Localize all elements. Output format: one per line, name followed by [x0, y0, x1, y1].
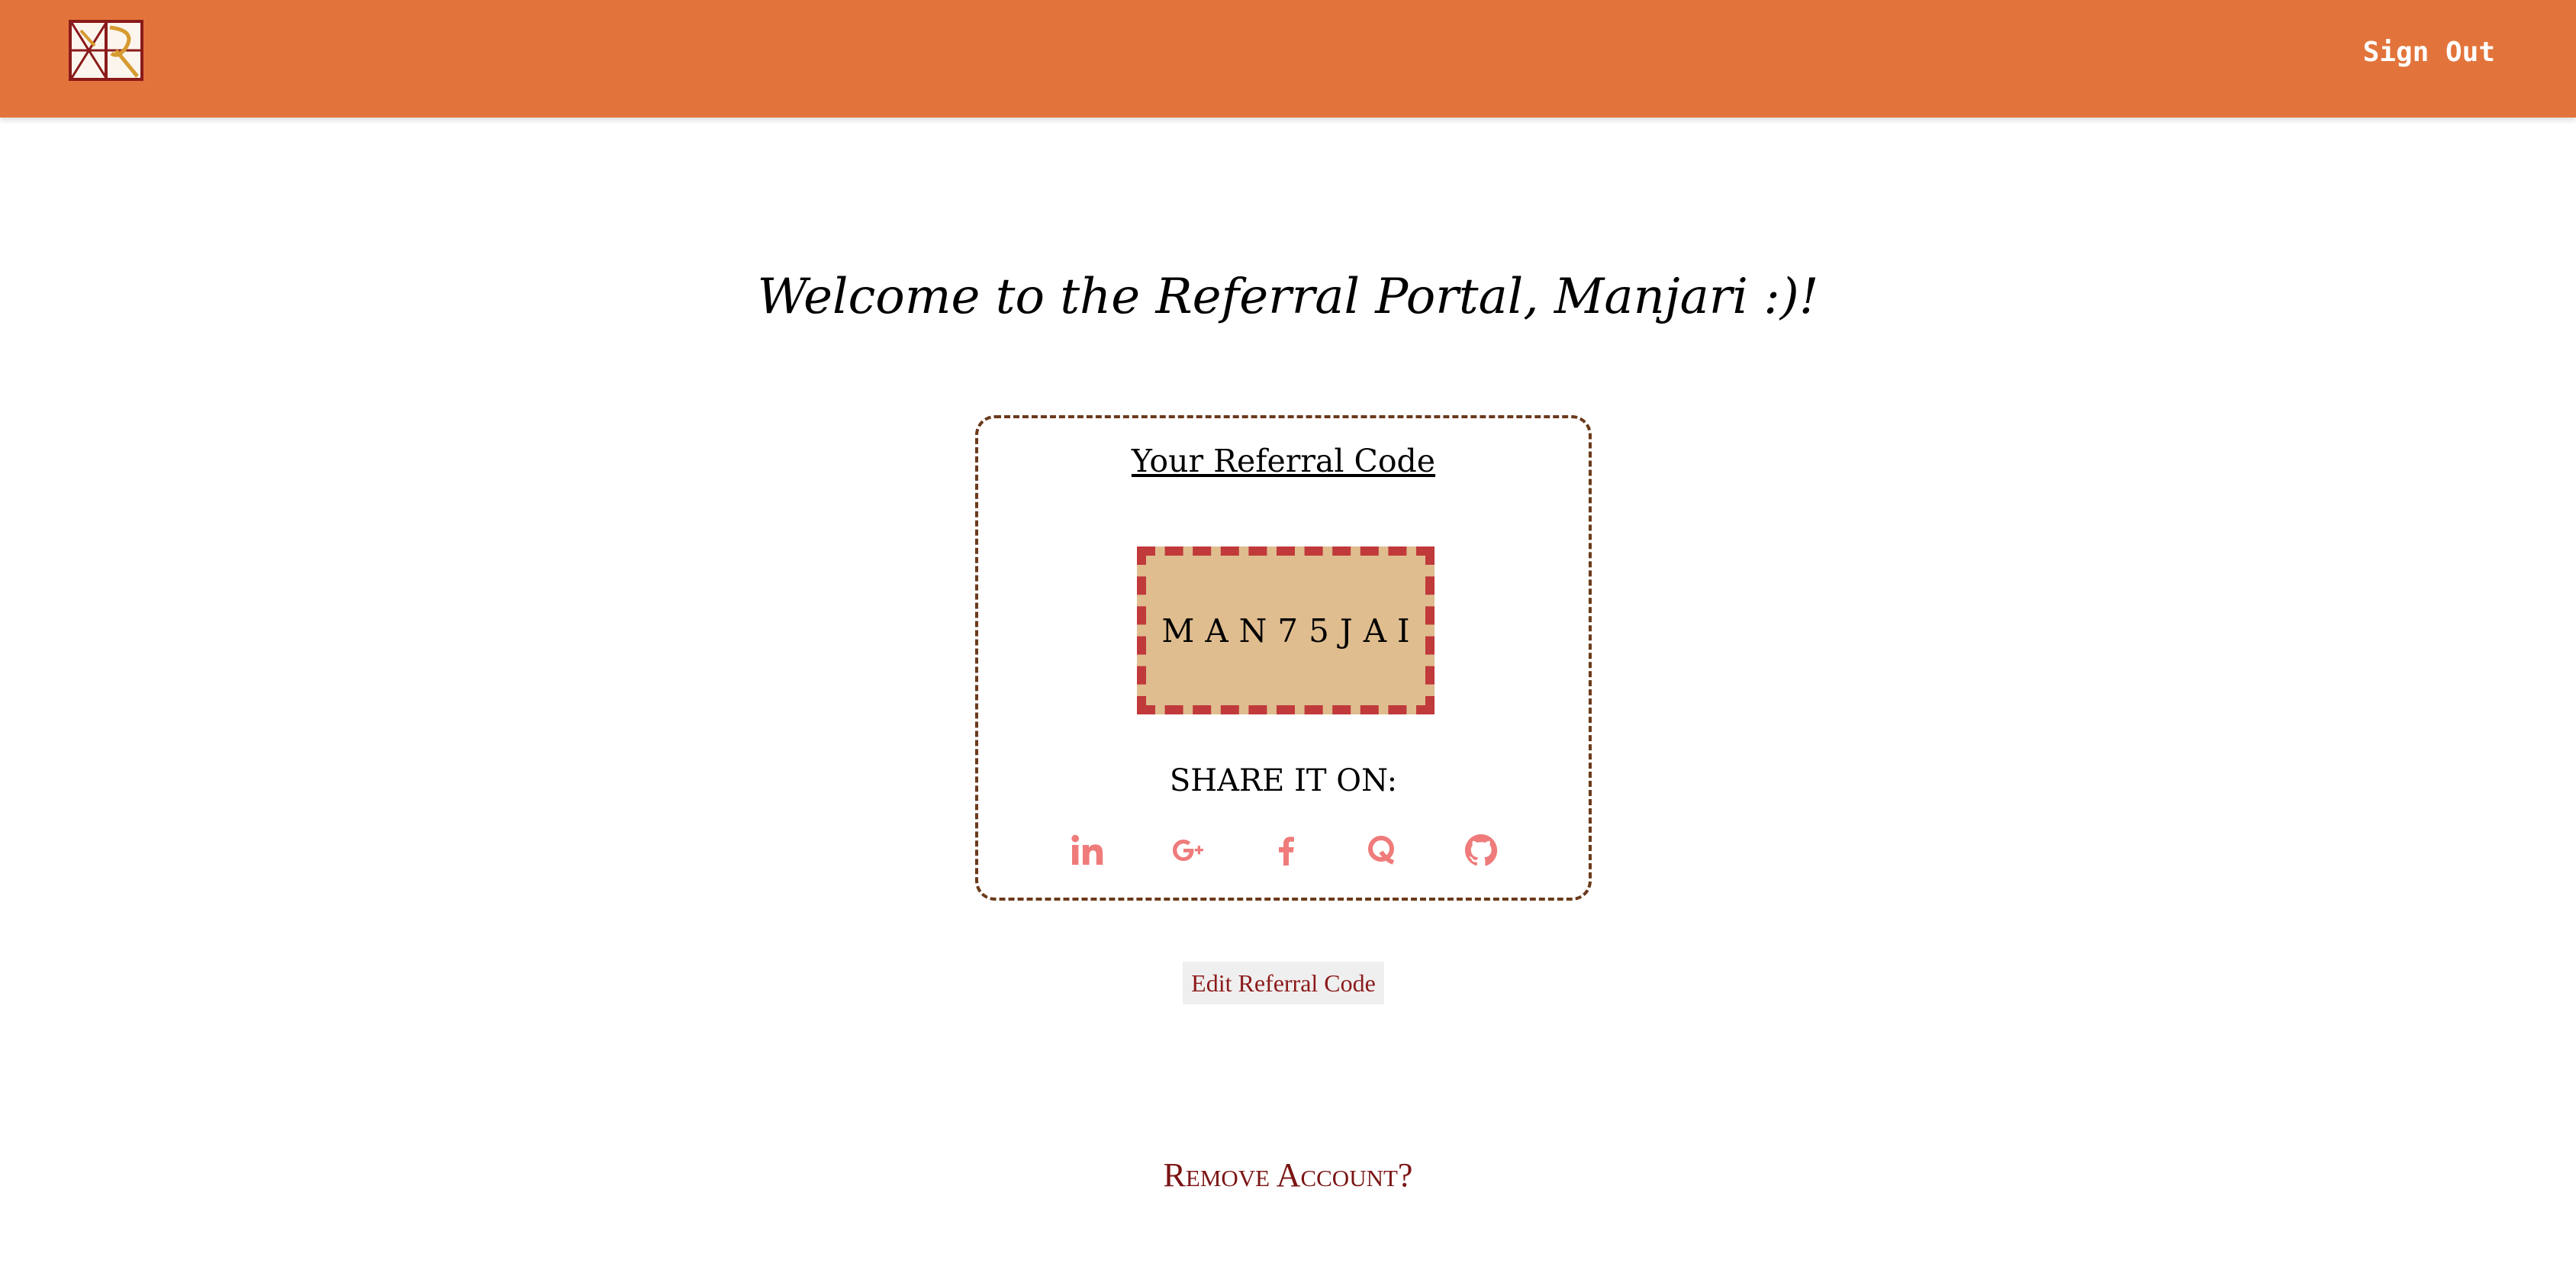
top-navbar: Sign Out — [0, 0, 2576, 118]
github-icon — [1465, 834, 1498, 866]
share-github-link[interactable] — [1460, 829, 1502, 872]
referral-code-box: MAN75JAI — [1137, 546, 1435, 714]
share-google-plus-link[interactable] — [1168, 829, 1211, 872]
referral-code-title: Your Referral Code — [1131, 443, 1436, 479]
linkedin-icon — [1071, 834, 1103, 865]
referral-code-card: Your Referral Code MAN75JAI SHARE IT ON: — [975, 415, 1592, 901]
remove-account-link[interactable]: Remove Account? — [0, 1156, 2576, 1194]
facebook-icon — [1279, 837, 1294, 866]
monogram-logo-icon[interactable] — [69, 20, 143, 81]
referral-code-value: MAN75JAI — [1161, 611, 1421, 650]
share-quora-link[interactable] — [1360, 829, 1402, 872]
edit-referral-code-button[interactable]: Edit Referral Code — [1183, 962, 1384, 1004]
share-facebook-link[interactable] — [1265, 829, 1308, 872]
google-plus-icon — [1173, 840, 1203, 861]
share-label: SHARE IT ON: — [1169, 763, 1398, 798]
share-linkedin-link[interactable] — [1066, 829, 1109, 872]
welcome-heading: Welcome to the Referral Portal, Manjari … — [757, 269, 1819, 325]
sign-out-button[interactable]: Sign Out — [2363, 37, 2495, 68]
quora-icon — [1368, 836, 1395, 865]
